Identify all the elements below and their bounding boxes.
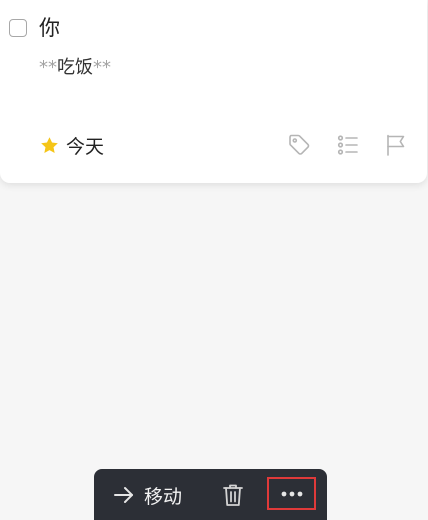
when-date-button[interactable]: 今天	[39, 133, 105, 158]
star-icon	[41, 136, 58, 153]
move-button[interactable]: 移动	[112, 481, 182, 509]
tag-icon[interactable]	[287, 133, 311, 157]
notes-markdown-prefix: **	[39, 57, 57, 78]
task-notes[interactable]: **吃饭**	[39, 56, 111, 80]
trash-icon[interactable]	[221, 482, 245, 508]
app-window: 你 **吃饭** 今天 移动	[0, 0, 428, 520]
task-checkbox[interactable]	[9, 19, 27, 37]
move-label: 移动	[144, 485, 183, 508]
flag-icon[interactable]	[384, 133, 408, 157]
more-button[interactable]	[267, 477, 316, 510]
notes-markdown-suffix: **	[93, 57, 111, 78]
task-title[interactable]: 你	[39, 14, 60, 42]
selection-toolbar: 移动	[94, 469, 327, 520]
when-date-label: 今天	[66, 135, 105, 158]
arrow-right-icon	[114, 487, 133, 503]
checklist-icon[interactable]	[336, 133, 360, 157]
more-icon	[281, 491, 302, 496]
notes-text: 吃饭	[57, 57, 93, 78]
task-card[interactable]: 你 **吃饭** 今天	[0, 0, 427, 183]
